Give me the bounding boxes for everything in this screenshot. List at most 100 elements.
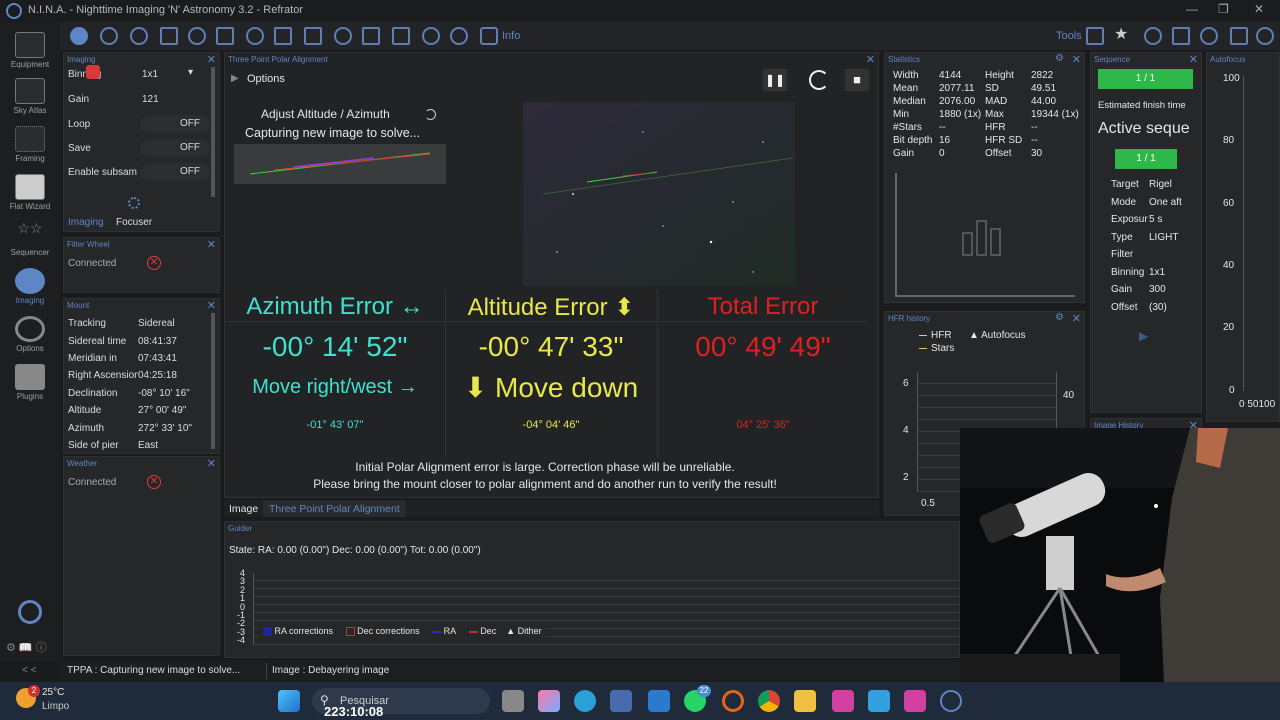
sidebar-item-flat-wizard[interactable]: Flat Wizard bbox=[6, 174, 54, 211]
scrollbar[interactable] bbox=[211, 313, 215, 449]
sidebar-item-label: Options bbox=[16, 344, 44, 353]
sidebar-item-sequencer[interactable]: ☆☆ Sequencer bbox=[6, 220, 54, 257]
guider-icon[interactable] bbox=[246, 27, 264, 45]
tab-focuser[interactable]: Focuser bbox=[116, 217, 152, 228]
sidebar-item-plugins[interactable]: Plugins bbox=[6, 364, 54, 401]
rotator-icon[interactable] bbox=[188, 27, 206, 45]
sidebar-item-framing[interactable]: Framing bbox=[6, 126, 54, 163]
star-icon[interactable]: ★ bbox=[1114, 27, 1132, 45]
chevron-down-icon[interactable]: ▾ bbox=[188, 67, 193, 78]
power-icon[interactable] bbox=[18, 600, 42, 624]
pause-button[interactable]: ❚❚ bbox=[763, 69, 787, 91]
app-pink-icon[interactable] bbox=[832, 690, 854, 712]
guider-legend: RA corrections Dec corrections RA Dec ▲ … bbox=[259, 624, 546, 640]
app-icon[interactable] bbox=[648, 690, 670, 712]
camera-tool-icon[interactable] bbox=[1230, 27, 1248, 45]
ra-swatch bbox=[432, 630, 442, 633]
altitude-move-hint: ⬇ Move down bbox=[463, 372, 639, 403]
restore-button[interactable]: ❐ bbox=[1218, 2, 1229, 16]
close-icon[interactable]: ✕ bbox=[207, 53, 216, 66]
close-window-button[interactable]: ✕ bbox=[1254, 2, 1264, 16]
tools-label[interactable]: Tools bbox=[1056, 30, 1082, 42]
folder-icon[interactable] bbox=[794, 690, 816, 712]
altitude-small-value: -04° 04' 46" bbox=[522, 419, 580, 431]
chrome-icon[interactable] bbox=[758, 690, 780, 712]
weather-panel: Weather ✕ Connected ✕ bbox=[63, 456, 220, 656]
tool-icon[interactable] bbox=[1086, 27, 1104, 45]
tppa-status: TPPA : Capturing new image to solve... bbox=[67, 665, 241, 676]
minimize-button[interactable]: — bbox=[1186, 2, 1198, 16]
bulb-icon[interactable] bbox=[450, 27, 468, 45]
hfr-legend: HFR bbox=[931, 330, 952, 341]
dec-corrections-swatch bbox=[345, 627, 355, 637]
info-tab[interactable]: Info bbox=[502, 30, 520, 42]
sliders-icon[interactable] bbox=[304, 27, 322, 45]
document-tabs: Image Three Point Polar Alignment bbox=[224, 500, 879, 517]
frame-icon[interactable] bbox=[160, 27, 178, 45]
close-icon[interactable]: ✕ bbox=[1072, 312, 1081, 325]
azimuth-move-hint: Move right/west → bbox=[252, 376, 418, 398]
options-button[interactable]: Options bbox=[247, 73, 285, 85]
task-view-icon[interactable] bbox=[502, 690, 524, 712]
windows-start-icon[interactable] bbox=[278, 690, 300, 712]
close-icon[interactable]: ✕ bbox=[207, 299, 216, 312]
sidebar-item-equipment[interactable]: Equipment bbox=[6, 32, 54, 69]
opera-icon[interactable] bbox=[722, 690, 744, 712]
history-icon[interactable] bbox=[1200, 27, 1218, 45]
filter-wheel-panel: Filter Wheel ✕ Connected ✕ bbox=[63, 237, 220, 293]
scrollbar[interactable] bbox=[211, 67, 215, 197]
binning-select[interactable]: 1x1 bbox=[142, 69, 158, 80]
store-icon[interactable] bbox=[610, 690, 632, 712]
camera-icon[interactable] bbox=[70, 27, 88, 45]
settings-icon[interactable]: ⚙ bbox=[1055, 53, 1064, 64]
chart-icon[interactable] bbox=[392, 27, 410, 45]
sidebar-item-sky-atlas[interactable]: Sky Atlas bbox=[6, 78, 54, 115]
house-icon[interactable] bbox=[362, 27, 380, 45]
close-icon[interactable]: ✕ bbox=[207, 238, 216, 251]
close-icon[interactable]: ✕ bbox=[207, 457, 216, 470]
stat-value: -- bbox=[1031, 135, 1038, 146]
gain-input[interactable]: 121 bbox=[142, 94, 159, 105]
tab-three-point-polar-alignment[interactable]: Three Point Polar Alignment bbox=[263, 500, 406, 517]
stat-value: 4144 bbox=[939, 70, 962, 81]
close-icon[interactable]: ✕ bbox=[1189, 53, 1198, 66]
filter-wheel-icon[interactable] bbox=[100, 27, 118, 45]
guider-state: State: RA: 0.00 (0.00") Dec: 0.00 (0.00"… bbox=[229, 545, 481, 556]
tab-image[interactable]: Image bbox=[229, 503, 258, 515]
guide-tool-icon[interactable] bbox=[1172, 27, 1190, 45]
help-icons[interactable]: ⚙ 📖 ⓘ bbox=[6, 639, 47, 655]
app-blue-icon[interactable] bbox=[868, 690, 890, 712]
list-icon[interactable] bbox=[274, 27, 292, 45]
nina-taskbar-icon[interactable] bbox=[940, 690, 962, 712]
edge-icon[interactable] bbox=[574, 690, 596, 712]
subsample-label: Enable subsam bbox=[68, 167, 137, 178]
sidebar-item-options[interactable]: Options bbox=[6, 316, 54, 353]
save-toggle[interactable]: OFF bbox=[140, 139, 210, 157]
wave-icon[interactable] bbox=[422, 27, 440, 45]
loop-toggle[interactable]: OFF bbox=[140, 115, 210, 133]
subsample-toggle[interactable]: OFF bbox=[140, 163, 210, 181]
stat-value: 0 bbox=[939, 148, 945, 159]
legend-ra: RA bbox=[443, 626, 457, 636]
tab-imaging[interactable]: Imaging bbox=[68, 217, 104, 228]
collapse-sidebar-button[interactable]: < < bbox=[22, 665, 36, 676]
settings-icon[interactable]: ⚙ bbox=[1055, 312, 1064, 323]
framing-icon bbox=[15, 126, 45, 152]
telescope-icon[interactable] bbox=[216, 27, 234, 45]
chevron-right-icon[interactable]: ▶ bbox=[231, 73, 239, 84]
copilot-icon[interactable] bbox=[538, 690, 560, 712]
stat-label: #Stars bbox=[893, 122, 922, 133]
focuser-icon[interactable] bbox=[130, 27, 148, 45]
dome-icon[interactable] bbox=[334, 27, 352, 45]
close-icon[interactable]: ✕ bbox=[1072, 53, 1081, 66]
sidebar-item-imaging[interactable]: Imaging bbox=[6, 268, 54, 305]
sequencer-icon: ☆☆ bbox=[17, 220, 43, 236]
shield-icon[interactable] bbox=[480, 27, 498, 45]
webcam-overlay bbox=[960, 428, 1280, 682]
app-pink2-icon[interactable] bbox=[904, 690, 926, 712]
af-icon[interactable] bbox=[1144, 27, 1162, 45]
close-icon[interactable]: ✕ bbox=[866, 53, 875, 66]
play-icon[interactable]: ▶ bbox=[1139, 329, 1148, 343]
stop-button[interactable]: ■ bbox=[845, 69, 869, 91]
more-icon[interactable] bbox=[1256, 27, 1274, 45]
